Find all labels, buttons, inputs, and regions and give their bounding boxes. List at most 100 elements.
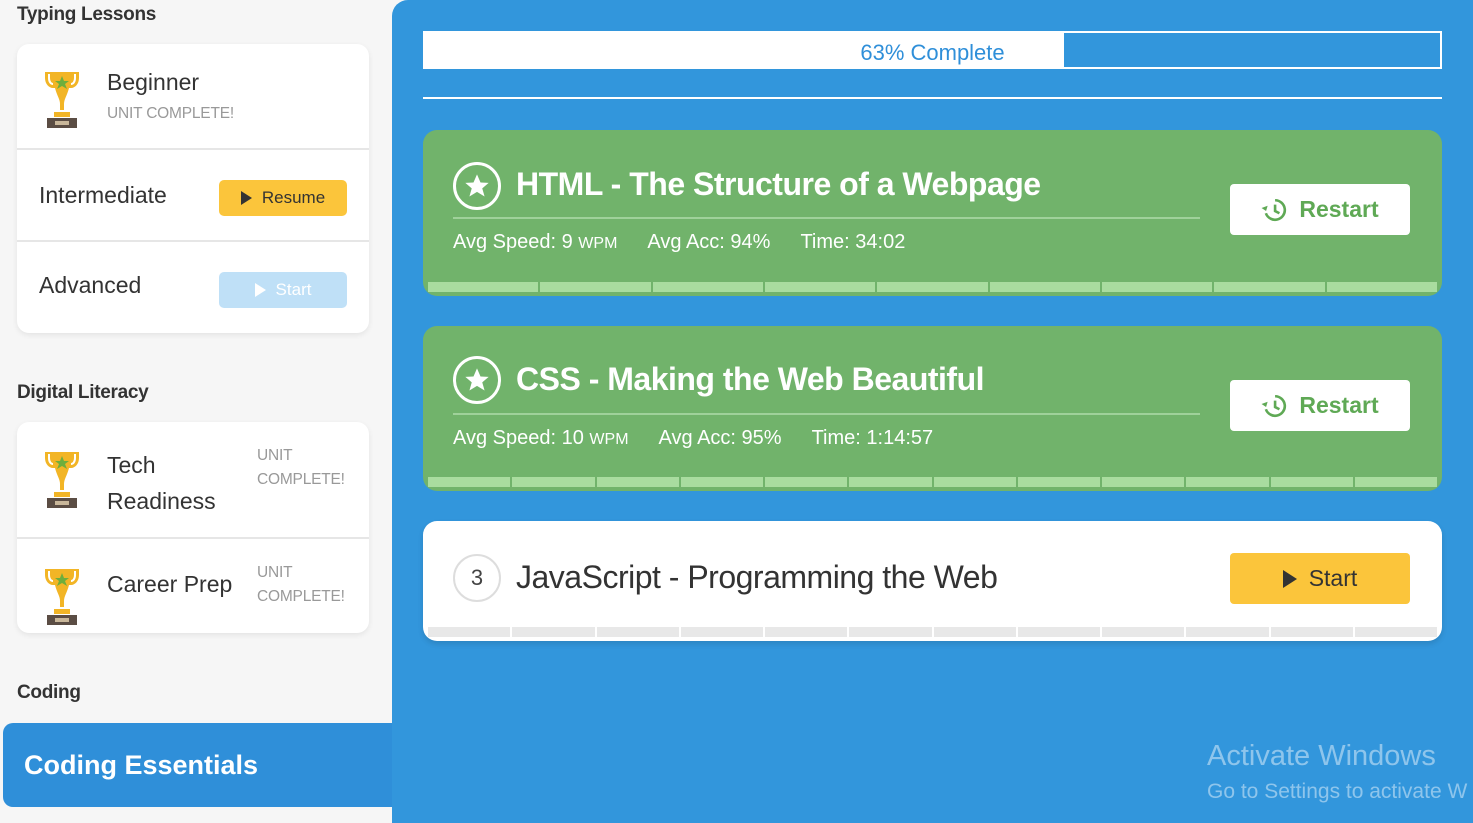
lesson-stats: Avg Speed: 9 WPM Avg Acc: 94% Time: 34:0… (453, 231, 905, 254)
lesson-divider (453, 217, 1200, 219)
progress-segment (1017, 627, 1100, 637)
sidebar-item-intermediate[interactable]: Intermediate Resume (17, 150, 369, 242)
avg-accuracy: Avg Acc: 94% (647, 231, 771, 253)
play-icon (1282, 569, 1297, 588)
play-icon (240, 191, 252, 205)
advanced-start-label: Start (275, 280, 312, 299)
progress-bar: 63% Complete (423, 31, 1442, 69)
lesson-card-css: CSS - Making the Web Beautiful Avg Speed… (423, 326, 1442, 491)
progress-segment (428, 282, 539, 292)
lesson-time: Time: 34:02 (800, 231, 906, 253)
progress-segment (1101, 282, 1213, 292)
progress-segment (680, 627, 763, 637)
sidebar: Typing Lessons Beginner UNIT COMPLETE! I… (0, 0, 392, 823)
progress-segment (849, 627, 932, 637)
progress-segment (1214, 282, 1325, 292)
sidebar-item-career-prep[interactable]: Career Prep UNIT COMPLETE! (17, 539, 369, 633)
typing-lessons-card: Beginner UNIT COMPLETE! Intermediate Res… (17, 44, 369, 333)
progress-segment (540, 282, 651, 292)
lesson-card-javascript: 3 JavaScript - Programming the Web Start (423, 521, 1442, 641)
start-button[interactable]: Start (1230, 553, 1410, 604)
progress-segment (1354, 477, 1437, 487)
progress-segment (1270, 477, 1353, 487)
progress-segment (1102, 477, 1185, 487)
lesson-title: JavaScript - Programming the Web (516, 559, 998, 595)
progress-segment (933, 477, 1016, 487)
start-label: Start (1308, 565, 1358, 591)
progress-segment (428, 627, 511, 637)
resume-button[interactable]: Resume (219, 180, 347, 216)
star-badge-icon (453, 356, 501, 404)
trophy-icon (45, 452, 79, 508)
career-prep-status: UNIT COMPLETE! (257, 564, 345, 605)
trophy-icon (45, 72, 79, 128)
progress-segment (764, 282, 876, 292)
lesson-number: 3 (453, 554, 501, 602)
advanced-label: Advanced (39, 272, 142, 298)
progress-segment (1354, 627, 1437, 637)
trophy-icon (45, 569, 79, 625)
digital-literacy-card: Tech Readiness UNIT COMPLETE! Career Pre… (17, 422, 369, 633)
coding-essentials-label: Coding Essentials (24, 750, 259, 780)
main-panel: 63% Complete HTML - The Structure of a W… (392, 0, 1473, 823)
lesson-title: CSS - Making the Web Beautiful (516, 361, 985, 397)
sidebar-item-advanced[interactable]: Advanced Start (17, 242, 369, 333)
progress-segment (596, 477, 679, 487)
sidebar-item-tech-readiness[interactable]: Tech Readiness UNIT COMPLETE! (17, 422, 369, 539)
sidebar-item-coding-essentials[interactable]: Coding Essentials (3, 723, 392, 807)
progress-segment (1017, 477, 1100, 487)
history-icon (1261, 198, 1287, 221)
progress-segment (1102, 627, 1185, 637)
lesson-segments (428, 477, 1437, 487)
restart-label: Restart (1299, 392, 1379, 418)
section-title-coding: Coding (17, 682, 81, 703)
career-prep-label: Career Prep (107, 571, 233, 597)
progress-segment (1270, 627, 1353, 637)
progress-segment (765, 627, 848, 637)
sidebar-item-beginner[interactable]: Beginner UNIT COMPLETE! (17, 44, 369, 150)
resume-button-label: Resume (261, 188, 326, 207)
avg-speed-value: Avg Speed: 10 (453, 427, 584, 449)
lesson-stats: Avg Speed: 10 WPM Avg Acc: 95% Time: 1:1… (453, 427, 933, 450)
restart-label: Restart (1299, 196, 1379, 222)
divider (423, 97, 1442, 99)
lesson-segments (428, 282, 1437, 292)
lesson-card-html: HTML - The Structure of a Webpage Avg Sp… (423, 130, 1442, 296)
avg-speed: Avg Speed: 10 WPM (453, 427, 629, 450)
avg-speed: Avg Speed: 9 WPM (453, 231, 617, 254)
wpm-unit: WPM (578, 235, 618, 252)
progress-segment (1186, 627, 1269, 637)
progress-segment (512, 477, 595, 487)
progress-segment (428, 477, 511, 487)
wpm-unit: WPM (589, 431, 629, 448)
progress-segment (765, 477, 848, 487)
progress-segment (849, 477, 932, 487)
progress-segment (989, 282, 1100, 292)
progress-segment (596, 627, 679, 637)
tech-readiness-status: UNIT COMPLETE! (257, 447, 345, 488)
progress-segment (1186, 477, 1269, 487)
progress-label: 63% Complete (860, 40, 1005, 65)
section-title-digital-literacy: Digital Literacy (17, 382, 149, 403)
lesson-divider (453, 413, 1200, 415)
avg-accuracy: Avg Acc: 95% (658, 427, 782, 449)
progress-segment (933, 627, 1016, 637)
lesson-time: Time: 1:14:57 (811, 427, 934, 449)
tech-readiness-label: Tech Readiness (107, 452, 216, 514)
beginner-label: Beginner (107, 69, 200, 95)
beginner-status: UNIT COMPLETE! (107, 105, 234, 122)
lesson-segments (428, 627, 1437, 637)
progress-segment (652, 282, 763, 292)
restart-button[interactable]: Restart (1230, 380, 1410, 431)
section-title-typing-lessons: Typing Lessons (17, 4, 157, 25)
progress-segment (512, 627, 595, 637)
advanced-start-button[interactable]: Start (219, 272, 347, 308)
activate-windows-subtitle: Go to Settings to activate W (1207, 780, 1468, 803)
activate-windows-title: Activate Windows (1207, 740, 1436, 772)
progress-segment (877, 282, 988, 292)
progress-segment (680, 477, 763, 487)
restart-button[interactable]: Restart (1230, 184, 1410, 235)
progress-segment (1326, 282, 1437, 292)
star-badge-icon (453, 162, 501, 210)
intermediate-label: Intermediate (39, 182, 167, 208)
